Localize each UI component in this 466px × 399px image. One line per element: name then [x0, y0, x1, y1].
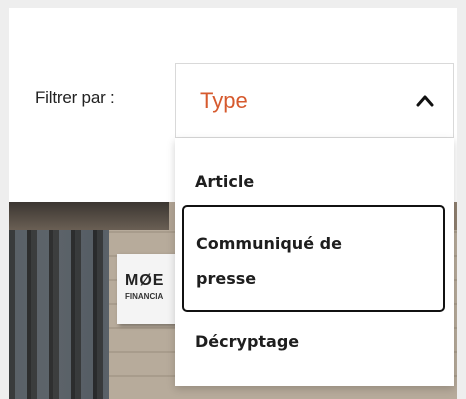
select-value: Type	[200, 88, 248, 113]
filter-panel: Filtrer par : Type MØE FINANCIA Article …	[9, 8, 457, 399]
option-label: Communiqué de presse	[196, 234, 342, 288]
sign-logo-text: MØE	[125, 272, 165, 289]
option-decryptage[interactable]: Décryptage	[195, 324, 299, 359]
type-select[interactable]: Type	[175, 63, 454, 138]
chevron-up-icon	[416, 95, 434, 107]
awning	[9, 202, 169, 230]
option-communique-de-presse[interactable]: Communiqué de presse	[182, 205, 445, 312]
sign-subtext: FINANCIA	[125, 292, 164, 301]
type-dropdown-menu: Article Communiqué de presse Décryptage	[175, 138, 454, 386]
glass-facade	[9, 202, 109, 399]
option-article[interactable]: Article	[195, 164, 254, 199]
filter-label: Filtrer par :	[35, 88, 115, 107]
